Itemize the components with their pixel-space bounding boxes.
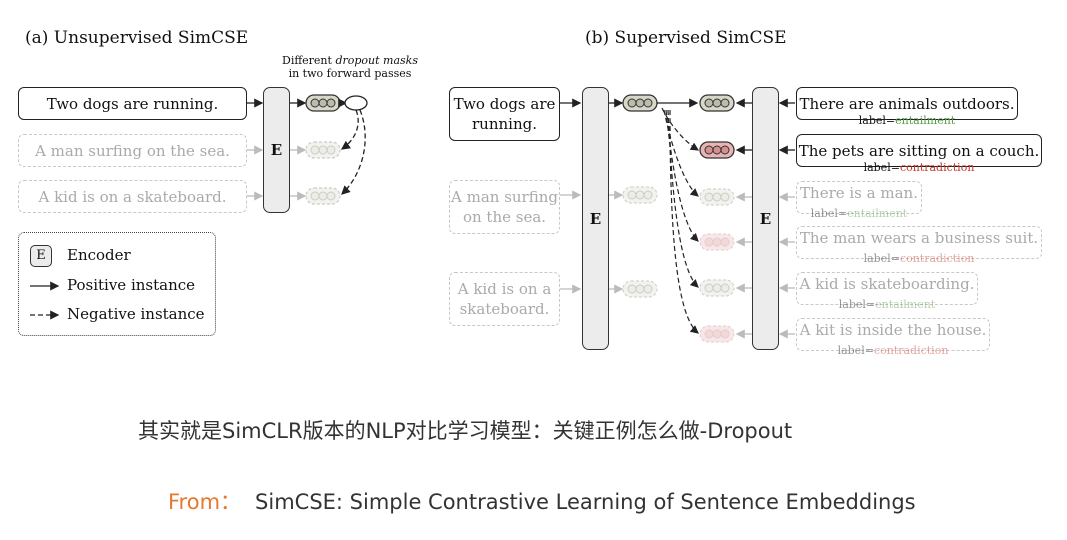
- input-a-neg1: A man surfing on the sea.: [18, 134, 247, 167]
- embedding-a1-second: [344, 95, 368, 111]
- embedding-b-pos: [699, 94, 735, 112]
- label-b-2: label=contradiction: [863, 161, 975, 174]
- input-a-neg2: A kid is on a skateboard.: [18, 180, 247, 213]
- label-b-6: label=contradiction: [837, 344, 949, 357]
- panel-a-title: (a) Unsupervised SimCSE: [25, 28, 249, 48]
- embedding-b-neg: [699, 141, 735, 159]
- embedding-b-anchor: [622, 94, 658, 112]
- label-b-4: label=contradiction: [863, 252, 975, 265]
- neg-arrow-a2: [341, 109, 366, 195]
- embedding-a2: [305, 141, 341, 159]
- panel-b-title: (b) Supervised SimCSE: [585, 28, 787, 48]
- dropout-note: Different dropout masks in two forward p…: [282, 54, 418, 80]
- encoder-b-right: E: [752, 87, 779, 350]
- encoder-b-left: E: [582, 87, 609, 350]
- legend-encoder-icon: E: [30, 245, 52, 267]
- input-b-neg2: A kid is on a skateboard.: [449, 272, 560, 326]
- label-b-1: label=entailment: [858, 114, 956, 127]
- input-b-anchor: Two dogs are running.: [449, 87, 560, 141]
- input-a-anchor: Two dogs are running.: [18, 87, 247, 120]
- neg-arrow-a1: [340, 109, 359, 150]
- embedding-a3: [305, 187, 341, 205]
- legend-positive: Positive instance: [67, 276, 196, 294]
- from-label: From：: [168, 490, 242, 514]
- embedding-a1: [305, 94, 341, 112]
- input-b-neg1: A man surfing on the sea.: [449, 180, 560, 234]
- legend-negative: Negative instance: [67, 305, 205, 323]
- legend-encoder: Encoder: [67, 246, 131, 264]
- caption-main: 其实就是SimCLR版本的NLP对比学习模型：关键正例怎么做-Dropout: [138, 419, 793, 443]
- label-b-3: label=entailment: [810, 207, 908, 220]
- caption-source: From： SimCSE: Simple Contrastive Learning…: [168, 486, 916, 516]
- source-title: SimCSE: Simple Contrastive Learning of S…: [255, 490, 916, 514]
- encoder-a: E: [263, 87, 290, 213]
- label-b-5: label=entailment: [838, 298, 936, 311]
